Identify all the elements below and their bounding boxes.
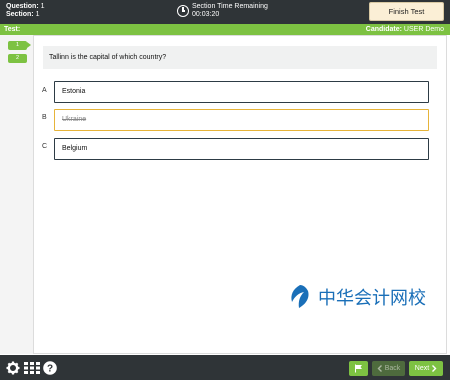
watermark: 中华会计网校	[286, 283, 426, 311]
grid-menu-icon[interactable]	[24, 361, 40, 375]
top-bar: Question: 1 Section: 1 Section Time Rema…	[0, 0, 450, 24]
back-label: Back	[384, 365, 401, 372]
settings-gear-icon[interactable]	[6, 361, 20, 375]
clock-icon	[177, 5, 189, 17]
finish-test-button[interactable]: Finish Test	[369, 2, 444, 21]
option-a-letter: A	[42, 87, 47, 94]
help-question-icon[interactable]: ?	[43, 361, 57, 375]
back-button[interactable]: Back	[372, 361, 405, 376]
watermark-text: 中华会计网校	[318, 288, 426, 309]
section-number: 1	[35, 11, 40, 18]
flag-question-button[interactable]	[349, 361, 368, 376]
chevron-left-icon	[377, 365, 382, 372]
section-label: Section:	[6, 11, 34, 18]
next-button[interactable]: Next	[409, 361, 443, 376]
section-timer: Section Time Remaining 00:03:20	[177, 3, 268, 19]
candidate-name: USER Demo	[403, 26, 444, 33]
chevron-right-icon	[432, 365, 437, 372]
option-c[interactable]: Belgium	[54, 138, 429, 160]
flag-icon	[355, 364, 362, 373]
question-text: Tallinn is the capital of which country?	[43, 46, 437, 69]
question-label: Question:	[6, 3, 39, 10]
candidate-info: Candidate: USER Demo	[366, 24, 444, 35]
option-b[interactable]: Ukraine	[54, 109, 429, 131]
candidate-label: Candidate:	[365, 26, 402, 33]
watermark-logo-icon	[291, 285, 309, 308]
next-label: Next	[414, 365, 430, 372]
option-c-letter: C	[42, 143, 48, 150]
option-b-letter: B	[42, 114, 47, 121]
option-a[interactable]: Estonia	[54, 81, 429, 103]
timer-value: 00:03:20	[192, 11, 220, 18]
question-navigator: 1 2	[0, 35, 33, 354]
test-info-bar: Test: Candidate: USER Demo	[0, 24, 450, 35]
question-info: Question: 1 Section: 1	[6, 3, 45, 19]
question-nav-1[interactable]: 1	[8, 41, 31, 50]
svg-text:?: ?	[47, 364, 53, 375]
question-number: 1	[40, 3, 45, 10]
test-label: Test:	[4, 26, 21, 33]
question-nav-2[interactable]: 2	[8, 54, 27, 63]
timer-label: Section Time Remaining	[192, 3, 268, 10]
